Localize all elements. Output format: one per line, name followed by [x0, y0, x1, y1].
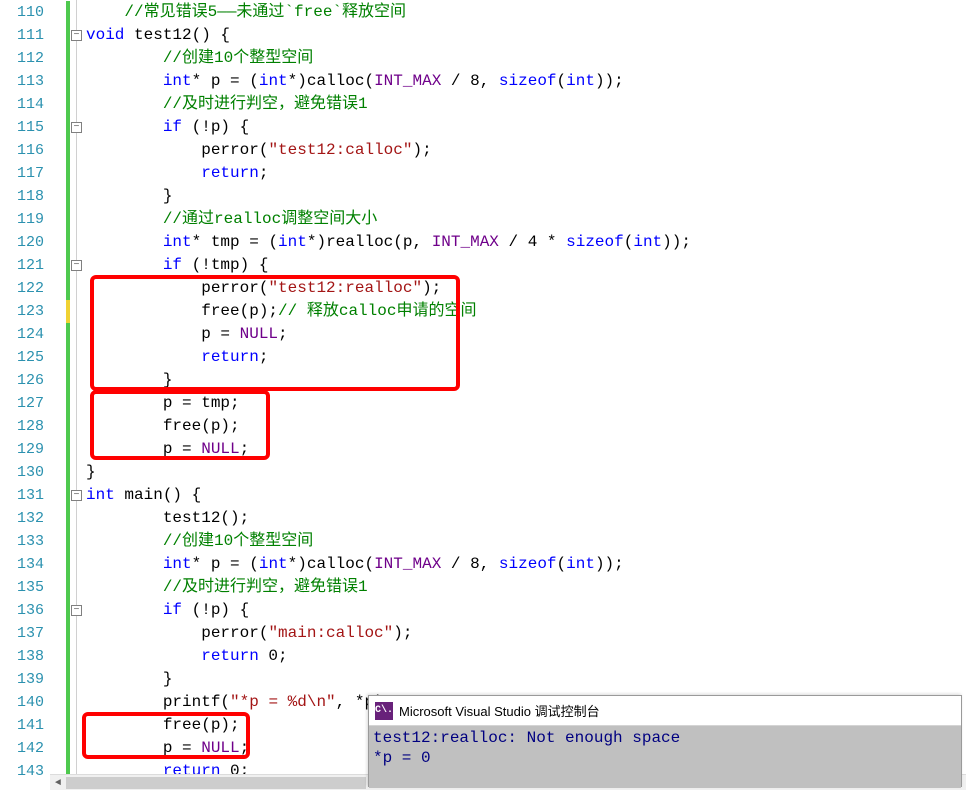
- line-number: 129: [0, 438, 44, 461]
- code-line[interactable]: //常见错误5——未通过`free`释放空间: [86, 1, 966, 24]
- console-line-1: test12:realloc: Not enough space: [373, 729, 680, 747]
- line-number: 119: [0, 208, 44, 231]
- line-number: 123: [0, 300, 44, 323]
- code-line[interactable]: if (!tmp) {: [86, 254, 966, 277]
- code-line[interactable]: test12();: [86, 507, 966, 530]
- code-line[interactable]: free(p);// 释放calloc申请的空间: [86, 300, 966, 323]
- code-area[interactable]: //常见错误5——未通过`free`释放空间void test12() { //…: [82, 0, 966, 790]
- line-number: 117: [0, 162, 44, 185]
- console-title: Microsoft Visual Studio 调试控制台: [399, 701, 600, 720]
- console-titlebar[interactable]: C\. Microsoft Visual Studio 调试控制台: [369, 696, 961, 726]
- line-number: 143: [0, 760, 44, 783]
- code-line[interactable]: if (!p) {: [86, 116, 966, 139]
- line-number: 126: [0, 369, 44, 392]
- line-number: 135: [0, 576, 44, 599]
- line-number: 111: [0, 24, 44, 47]
- line-number: 133: [0, 530, 44, 553]
- console-line-2: *p = 0: [373, 749, 431, 767]
- code-line[interactable]: p = tmp;: [86, 392, 966, 415]
- code-line[interactable]: int* p = (int*)calloc(INT_MAX / 8, sizeo…: [86, 70, 966, 93]
- line-number: 140: [0, 691, 44, 714]
- line-number: 122: [0, 277, 44, 300]
- code-line[interactable]: //及时进行判空，避免错误1: [86, 576, 966, 599]
- code-line[interactable]: p = NULL;: [86, 438, 966, 461]
- code-line[interactable]: int* tmp = (int*)realloc(p, INT_MAX / 4 …: [86, 231, 966, 254]
- change-marker-yellow: [66, 300, 70, 323]
- line-number: 136: [0, 599, 44, 622]
- code-line[interactable]: }: [86, 668, 966, 691]
- code-line[interactable]: void test12() {: [86, 24, 966, 47]
- line-number: 131: [0, 484, 44, 507]
- line-number: 121: [0, 254, 44, 277]
- fold-toggle[interactable]: −: [71, 260, 82, 271]
- code-line[interactable]: //及时进行判空，避免错误1: [86, 93, 966, 116]
- line-number: 138: [0, 645, 44, 668]
- line-number: 112: [0, 47, 44, 70]
- line-number: 134: [0, 553, 44, 576]
- code-line[interactable]: //通过realloc调整空间大小: [86, 208, 966, 231]
- line-number: 132: [0, 507, 44, 530]
- line-number: 116: [0, 139, 44, 162]
- scroll-thumb[interactable]: [66, 777, 366, 789]
- line-number: 118: [0, 185, 44, 208]
- line-number: 137: [0, 622, 44, 645]
- code-line[interactable]: perror("test12:realloc");: [86, 277, 966, 300]
- code-line[interactable]: p = NULL;: [86, 323, 966, 346]
- code-line[interactable]: return;: [86, 346, 966, 369]
- fold-toggle[interactable]: −: [71, 490, 82, 501]
- line-number: 124: [0, 323, 44, 346]
- code-line[interactable]: perror("test12:calloc");: [86, 139, 966, 162]
- code-line[interactable]: if (!p) {: [86, 599, 966, 622]
- line-number: 139: [0, 668, 44, 691]
- debug-console-window[interactable]: C\. Microsoft Visual Studio 调试控制台 test12…: [368, 695, 962, 787]
- code-line[interactable]: return;: [86, 162, 966, 185]
- line-number: 128: [0, 415, 44, 438]
- fold-toggle[interactable]: −: [71, 605, 82, 616]
- line-number: 113: [0, 70, 44, 93]
- code-editor: 1101111121131141151161171181191201211221…: [0, 0, 966, 790]
- code-line[interactable]: }: [86, 185, 966, 208]
- code-line[interactable]: perror("main:calloc");: [86, 622, 966, 645]
- code-line[interactable]: //创建10个整型空间: [86, 530, 966, 553]
- code-line[interactable]: }: [86, 461, 966, 484]
- fold-toggle[interactable]: −: [71, 122, 82, 133]
- line-number: 120: [0, 231, 44, 254]
- line-number: 125: [0, 346, 44, 369]
- marker-fold-column: − − − − −: [50, 0, 82, 790]
- code-line[interactable]: int* p = (int*)calloc(INT_MAX / 8, sizeo…: [86, 553, 966, 576]
- line-number-gutter: 1101111121131141151161171181191201211221…: [0, 0, 50, 790]
- line-number: 115: [0, 116, 44, 139]
- code-line[interactable]: free(p);: [86, 415, 966, 438]
- scroll-left-arrow[interactable]: ◄: [50, 775, 66, 790]
- fold-guide-line: [76, 0, 77, 790]
- change-marker-green: [66, 1, 70, 783]
- line-number: 127: [0, 392, 44, 415]
- vs-icon: C\.: [375, 702, 393, 720]
- line-number: 142: [0, 737, 44, 760]
- console-output[interactable]: test12:realloc: Not enough space *p = 0: [369, 726, 961, 788]
- line-number: 110: [0, 1, 44, 24]
- code-line[interactable]: return 0;: [86, 645, 966, 668]
- code-line[interactable]: int main() {: [86, 484, 966, 507]
- fold-toggle[interactable]: −: [71, 30, 82, 41]
- line-number: 141: [0, 714, 44, 737]
- line-number: 114: [0, 93, 44, 116]
- line-number: 130: [0, 461, 44, 484]
- code-line[interactable]: }: [86, 369, 966, 392]
- code-line[interactable]: //创建10个整型空间: [86, 47, 966, 70]
